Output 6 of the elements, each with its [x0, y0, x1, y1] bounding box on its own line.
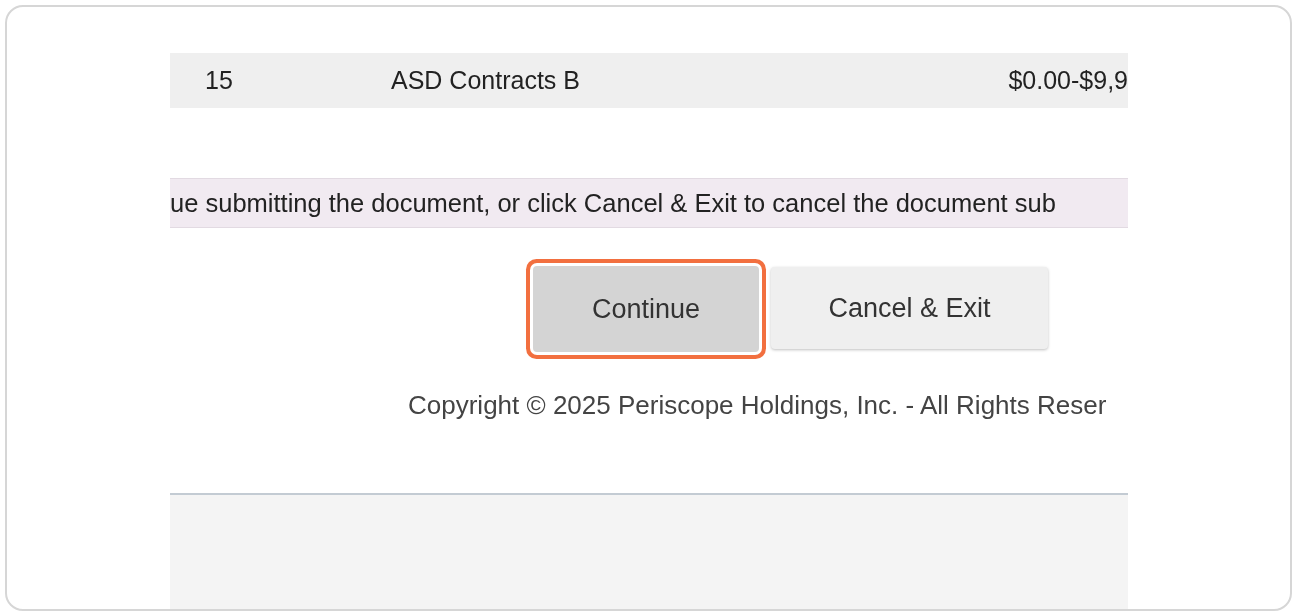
copyright-text: Copyright © 2025 Periscope Holdings, Inc. - All Rights Reser [408, 390, 1108, 421]
table-cell-text: ASD Contracts B [391, 66, 581, 95]
table-cell-text: 15 [204, 66, 234, 95]
table-cell-text: $0.00-$9,9 [1007, 66, 1128, 95]
cancel-exit-button[interactable]: Cancel & Exit [771, 267, 1048, 349]
message-banner: ue submitting the document, or click Cancel & Exit to cancel the document sub [170, 178, 1128, 228]
